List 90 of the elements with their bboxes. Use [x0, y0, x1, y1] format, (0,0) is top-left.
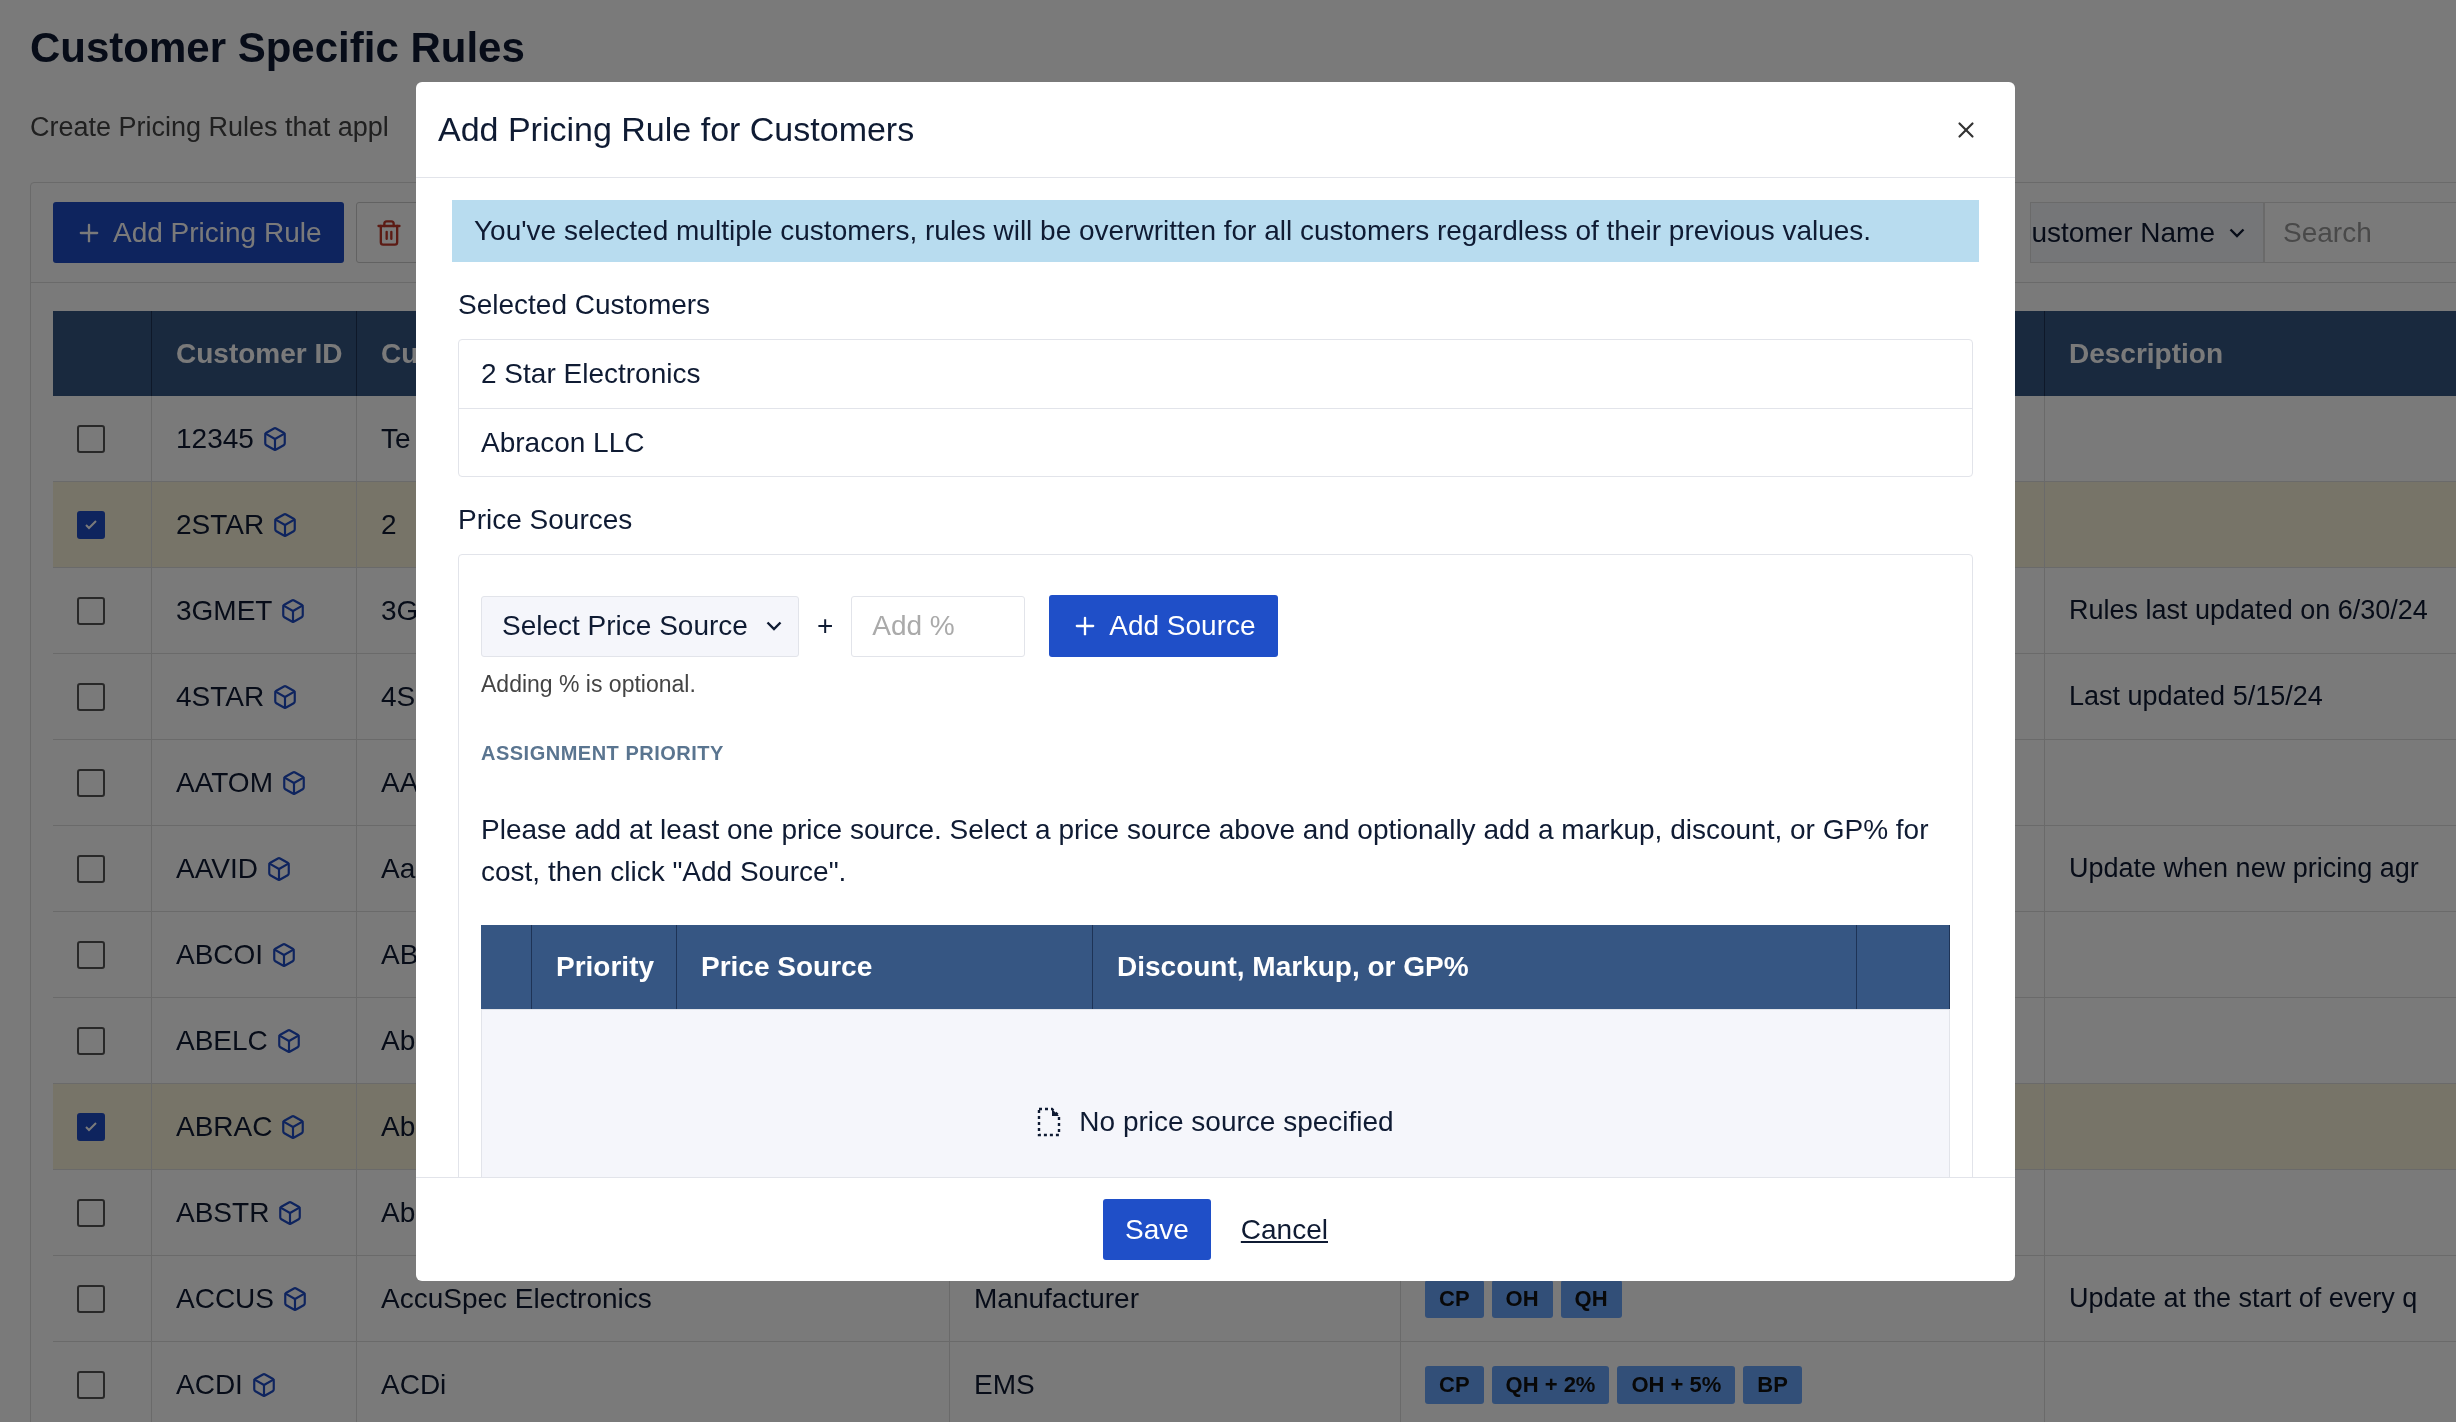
customer-type: EMS [974, 1368, 1035, 1401]
customer-name: Aa [381, 852, 416, 885]
row-checkbox[interactable] [77, 940, 105, 969]
price-source-select[interactable]: Select Price Source [481, 595, 799, 657]
cube-icon[interactable] [280, 1113, 307, 1140]
trash-icon [374, 218, 403, 247]
filter-select[interactable]: ustomer Name [2030, 202, 2264, 263]
description-text: Update at the start of every q [2069, 1283, 2418, 1314]
plus-sign: + [816, 610, 834, 642]
column-header: Discount, Markup, or GP% [1117, 951, 1469, 983]
row-checkbox[interactable] [77, 1370, 105, 1399]
price-source-tag: QH + 2% [1491, 1365, 1610, 1404]
column-header: Priority [556, 951, 655, 983]
customer-id: ABSTR [176, 1196, 270, 1229]
customer-id: 3GMET [176, 594, 273, 627]
row-checkbox[interactable] [77, 510, 105, 539]
price-source-tag: QH [1560, 1279, 1622, 1318]
customer-id: 2STAR [176, 508, 265, 541]
price-source-tag: OH + 5% [1617, 1365, 1736, 1404]
customer-name: 3G [381, 594, 419, 627]
cube-icon[interactable] [282, 1285, 308, 1312]
customer-name: ACDi [381, 1368, 447, 1401]
cube-icon[interactable] [250, 1371, 277, 1398]
row-checkbox[interactable] [77, 1026, 105, 1055]
description-text: Rules last updated on 6/30/24 [2069, 595, 2428, 626]
field-label: Selected Customers [458, 288, 712, 322]
cube-icon[interactable] [281, 769, 307, 796]
cube-icon[interactable] [261, 425, 288, 452]
customer-id: ABELC [176, 1024, 268, 1057]
empty-message: No price source specified [1079, 1106, 1394, 1138]
section-label: ASSIGNMENT PRIORITY [481, 742, 725, 765]
hint-text: Adding % is optional. [481, 671, 697, 698]
customer-type: Manufacturer [974, 1282, 1139, 1315]
description-text: Update when new pricing agr [2069, 853, 2419, 884]
customer-name: 4S [381, 680, 416, 713]
cube-icon[interactable] [271, 941, 298, 968]
cube-icon[interactable] [272, 683, 299, 710]
description-text: Last updated 5/15/24 [2069, 681, 2323, 712]
field-label: Price Sources [458, 503, 634, 537]
customer-name: AB [381, 938, 419, 971]
row-checkbox[interactable] [77, 854, 105, 883]
row-checkbox[interactable] [77, 1198, 105, 1227]
row-checkbox[interactable] [77, 596, 105, 625]
percent-field[interactable]: Add % [851, 595, 1026, 657]
page-subtitle: Create Pricing Rules that appl [30, 111, 389, 144]
column-header: Customer ID [176, 337, 343, 370]
column-header: Description [2069, 337, 2224, 370]
customer-item: Abracon LLC [459, 408, 1972, 476]
customer-id: ACDI [176, 1368, 243, 1401]
cube-icon[interactable] [277, 1199, 304, 1226]
cube-icon[interactable] [265, 855, 292, 882]
cube-icon[interactable] [272, 511, 299, 538]
customer-name: AccuSpec Electronics [381, 1282, 652, 1315]
price-source-tag: BP [1743, 1365, 1802, 1404]
modal-title: Add Pricing Rule for Customers [438, 110, 915, 149]
customer-id: 4STAR [176, 680, 265, 713]
row-checkbox[interactable] [77, 682, 105, 711]
row-checkbox[interactable] [77, 768, 105, 797]
customer-name: 2 [381, 508, 397, 541]
empty-file-icon [1037, 1107, 1062, 1137]
customer-id: ABCOI [176, 938, 264, 971]
column-header: Cu [381, 337, 419, 370]
customer-name: Ab [381, 1196, 416, 1229]
row-checkbox[interactable] [77, 1112, 105, 1141]
customer-id: ABRAC [176, 1110, 273, 1143]
customer-name: AA [381, 766, 419, 799]
page-title: Customer Specific Rules [30, 23, 526, 73]
info-alert: You've selected multiple customers, rules will be overwritten for all customers regardless of their previous values. [452, 200, 1979, 262]
chevron-down-icon [2229, 227, 2245, 238]
customer-id: AAVID [176, 852, 258, 885]
chevron-down-icon [765, 621, 782, 631]
price-source-tag: CP [1425, 1279, 1484, 1318]
customer-name: Ab [381, 1110, 416, 1143]
save-button[interactable]: Save [1103, 1199, 1211, 1260]
cube-icon[interactable] [275, 1027, 302, 1054]
customer-name: Ab [381, 1024, 416, 1057]
customer-id: 12345 [176, 422, 254, 455]
customer-item: 2 Star Electronics [480, 357, 702, 391]
customer-id: AATOM [176, 766, 273, 799]
cancel-link[interactable]: Cancel [1240, 1213, 1328, 1246]
row-checkbox[interactable] [77, 424, 105, 453]
customer-id: ACCUS [176, 1282, 274, 1315]
price-source-tag: CP [1425, 1365, 1484, 1404]
instruction-text: Please add at least one price source. Select a price source above and optionally add a markup, discount, or GP% for cost, then click "Add Source". [481, 813, 1930, 889]
price-source-tag: OH [1491, 1279, 1553, 1318]
customer-name: Te [381, 422, 411, 455]
add-source-button[interactable]: Add Source [1049, 595, 1278, 657]
column-header: Price Source [701, 951, 873, 983]
cube-icon[interactable] [280, 597, 307, 624]
row-checkbox[interactable] [77, 1284, 105, 1313]
